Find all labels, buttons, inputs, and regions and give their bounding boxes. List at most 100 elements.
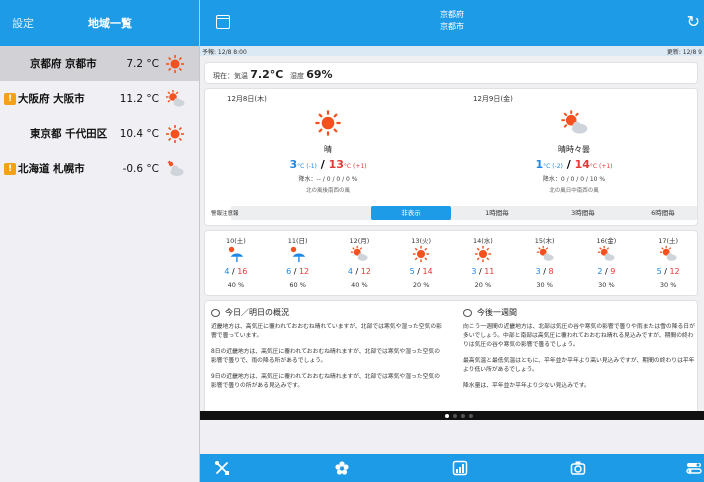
warning-label: 警報注意報 [211, 211, 239, 217]
refresh-icon[interactable]: ↻ [687, 12, 700, 31]
week-low: 5 [409, 267, 415, 276]
week-low: 3 [471, 267, 477, 276]
umbrella-sun-icon [290, 246, 305, 263]
week-low: 5 [656, 267, 662, 276]
week-date: 15(木) [534, 237, 555, 245]
day-temps: 1°C (-2) / 14°C (+1) [451, 158, 697, 171]
city-name: 北海道 札幌市 [18, 163, 85, 175]
week-pop: 20 % [412, 281, 430, 289]
warning-badge: ! [4, 162, 16, 175]
week-date: 13(火) [411, 237, 432, 245]
city-row-sapporo[interactable]: ! 北海道 札幌市 -0.6 °C [0, 151, 199, 186]
page-dots [445, 413, 473, 418]
sidebar: 設定 地域一覧 京都府 京都市 7.2 °C ! 大阪府 大阪市 11.2 °C… [0, 0, 200, 482]
week-high: 14 [422, 267, 433, 276]
city-row-kyoto[interactable]: 京都府 京都市 7.2 °C [0, 46, 199, 81]
week-high: 8 [548, 267, 554, 276]
day-weather: 晴 [324, 145, 332, 154]
high-temp: 14 [574, 158, 590, 171]
settings-switch-icon[interactable] [686, 460, 702, 476]
week-temps: 6 / 12 [286, 267, 310, 276]
low-diff: °C (-1) [297, 163, 317, 170]
outlook-today-heading: 今日／明日の概況 [211, 307, 289, 318]
warning-badge: ! [4, 92, 16, 105]
cloudy-rain-icon [167, 160, 184, 176]
week-low: 2 [597, 267, 603, 276]
week-day: 17(土) 5 / 12 30 % [637, 231, 699, 297]
app-root: 設定 地域一覧 京都府 京都市 7.2 °C ! 大阪府 大阪市 11.2 °C… [0, 0, 704, 482]
page-dot[interactable] [453, 413, 457, 418]
segment-6h[interactable]: 6時間毎 [629, 206, 697, 220]
week-temps: 3 / 8 [535, 267, 554, 276]
week-date: 17(土) [658, 237, 679, 245]
week-day: 11(日) 6 / 12 60 % [267, 231, 329, 297]
sunny-icon [166, 55, 184, 73]
current-conditions: 現在：気温 7.2°C 湿度 69% [204, 62, 698, 84]
week-day: 15(木) 3 / 8 30 % [514, 231, 576, 297]
week-high: 12 [669, 267, 680, 276]
week-low: 4 [224, 267, 230, 276]
page-indicator [200, 411, 704, 420]
chart-icon[interactable] [452, 460, 468, 476]
sunny-cloudy-icon [660, 245, 677, 261]
rain-chance: 降水：0 / 0 / 0 / 10 % [542, 176, 606, 183]
outlook-today-title: 今日／明日の概況 [225, 308, 289, 317]
week-low: 6 [286, 267, 292, 276]
city-row-tokyo[interactable]: 東京都 千代田区 10.4 °C [0, 116, 199, 151]
city-row-osaka[interactable]: ! 大阪府 大阪市 11.2 °C [0, 81, 199, 116]
week-high: 16 [237, 267, 248, 276]
segment-1h[interactable]: 1時間毎 [457, 206, 537, 220]
day-temps: 3°C (-1) / 13°C (+1) [205, 158, 451, 171]
week-pop: 40 % [227, 281, 245, 289]
city-name: 京都府 京都市 [30, 58, 97, 70]
outlook-today-body: 近畿地方は、高気圧に覆われておおむね晴れていますが、北部では寒気や湿った空気の影… [211, 323, 443, 398]
humidity-label: 湿度 [289, 72, 304, 80]
week-temps: 3 / 11 [471, 267, 495, 276]
update-time: 更新: 12/8 9 [666, 49, 702, 56]
settings-button[interactable]: 設定 [12, 15, 34, 31]
sunny-icon [413, 245, 430, 263]
sunny-icon [315, 110, 341, 136]
high-temp: 13 [328, 158, 344, 171]
flower-icon[interactable] [334, 460, 350, 476]
outlook-week-title: 今後一週間 [477, 308, 517, 317]
outlook-paragraph: 近畿地方は、高気圧に覆われておおむね晴れていますが、北部では寒気や湿った空気の影… [211, 324, 442, 339]
outlook-paragraph: 8日の近畿地方は、高気圧に覆われておおむね晴れますが、北部では寒気や湿った空気の… [211, 349, 441, 364]
forecast-content[interactable]: 現在：気温 7.2°C 湿度 69% 12月8日(木) 晴 3°C (-1) /… [200, 56, 704, 411]
page-dot[interactable] [461, 413, 465, 418]
sunny-cloudy-icon [561, 110, 588, 134]
week-temps: 4 / 16 [224, 267, 248, 276]
camera-icon[interactable] [570, 460, 586, 476]
city-label: 京都市 [440, 22, 464, 31]
week-high: 12 [298, 267, 310, 276]
week-high: 9 [610, 267, 616, 276]
umbrella-sun-icon [228, 246, 244, 263]
city-name: 大阪府 大阪市 [18, 93, 85, 105]
rain-chance: 降水：-- / 0 / 0 / 0 % [298, 176, 358, 183]
week-temps: 5 / 14 [409, 267, 433, 276]
page-dot[interactable] [445, 413, 449, 418]
week-date: 14(水) [472, 237, 493, 245]
wind: 北の風日中南西の風 [549, 188, 599, 194]
city-name: 東京都 千代田区 [30, 128, 108, 140]
city-temp: 7.2 °C [126, 57, 159, 70]
week-low: 3 [535, 267, 541, 276]
day-date: 12月9日(金) [473, 95, 513, 103]
low-temp: 1 [535, 158, 544, 171]
city-temp: 11.2 °C [119, 92, 159, 105]
outlook-text: 今日／明日の概況 近畿地方は、高気圧に覆われておおむね晴れていますが、北部では寒… [204, 300, 698, 411]
segment-3h[interactable]: 3時間毎 [543, 206, 623, 220]
high-diff: °C (+1) [589, 163, 613, 170]
current-temp-label: 現在：気温 [213, 72, 248, 80]
sunny-cloudy-icon [536, 245, 554, 261]
outlook-paragraph: 降水量は、平年並か平年より少ない見込みです。 [463, 383, 590, 389]
week-temps: 4 / 12 [347, 267, 371, 276]
speech-bubble-icon [463, 308, 472, 317]
tools-icon[interactable] [214, 460, 230, 476]
page-dot[interactable] [469, 413, 473, 418]
daily-forecast: 12月8日(木) 晴 3°C (-1) / 13°C (+1) 降水：-- / … [204, 88, 698, 226]
outlook-paragraph: 最高気温と最低気温はともに、平年並か平年より高い見込みですが、期間の終わりは平年… [463, 358, 695, 373]
outlook-paragraph: 向こう一週間の近畿地方は、北部は気圧の谷や寒気の影響で曇りや雨または雪の降る日が… [463, 324, 695, 348]
segment-hide[interactable]: 非表示 [371, 206, 451, 220]
low-temp: 3 [289, 158, 298, 171]
